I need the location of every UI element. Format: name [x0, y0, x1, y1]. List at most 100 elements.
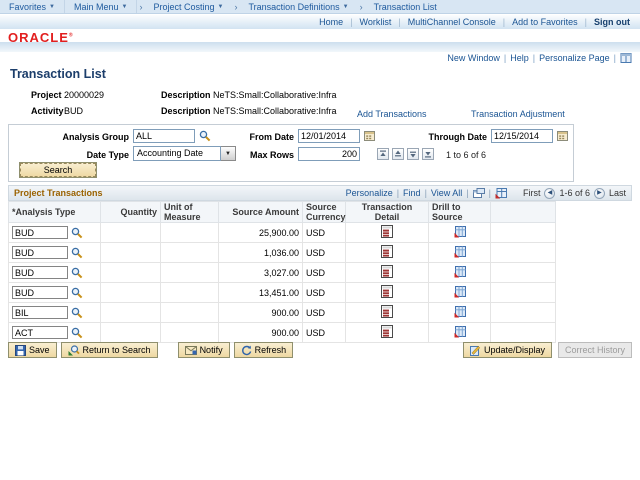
analysis-type-input[interactable] — [12, 226, 68, 239]
home-link[interactable]: Home — [319, 17, 343, 27]
empty-cell — [491, 283, 556, 303]
empty-cell — [491, 243, 556, 263]
project-description: NeTS:Small:Collaborative:Infra — [213, 90, 337, 100]
description-label: Description — [161, 106, 211, 116]
analysis-type-input[interactable] — [12, 266, 68, 279]
source-amount-cell: 900.00 — [219, 323, 303, 343]
multichannel-console-link[interactable]: MultiChannel Console — [408, 17, 496, 27]
max-rows-label: Max Rows — [209, 150, 294, 160]
uom-cell — [161, 283, 219, 303]
breadcrumb: Favorites ▼ Main Menu ▼ › Project Costin… — [0, 0, 640, 14]
chevron-down-icon: ▼ — [217, 4, 223, 10]
save-button[interactable]: Save — [8, 342, 57, 358]
main-menu[interactable]: Main Menu ▼ — [65, 0, 137, 13]
worklist-link[interactable]: Worklist — [360, 17, 392, 27]
main-menu-label: Main Menu — [74, 2, 119, 12]
drill-to-source-icon[interactable] — [454, 285, 466, 298]
quantity-cell — [101, 283, 161, 303]
divider: | — [425, 188, 427, 198]
divider: | — [504, 53, 506, 63]
transaction-detail-icon[interactable] — [381, 245, 393, 258]
analysis-group-input[interactable] — [133, 129, 195, 143]
transaction-adjustment-link[interactable]: Transaction Adjustment — [471, 109, 565, 119]
grid-row-range: 1-6 of 6 — [559, 188, 590, 198]
description-label: Description — [161, 90, 211, 100]
lookup-icon[interactable] — [71, 307, 83, 319]
analysis-type-input[interactable] — [12, 326, 68, 339]
analysis-type-input[interactable] — [12, 246, 68, 259]
from-date-input[interactable] — [298, 129, 360, 143]
new-window-link[interactable]: New Window — [447, 53, 500, 63]
search-button[interactable]: Search — [19, 162, 97, 178]
through-date-input[interactable] — [491, 129, 553, 143]
last-link[interactable]: Last — [609, 188, 626, 198]
add-to-favorites-link[interactable]: Add to Favorites — [512, 17, 578, 27]
lookup-icon[interactable] — [71, 247, 83, 259]
transaction-detail-icon[interactable] — [381, 305, 393, 318]
breadcrumb-transaction-definitions[interactable]: Transaction Definitions ▼ — [239, 0, 357, 13]
notify-button[interactable]: Notify — [178, 342, 230, 358]
lookup-icon[interactable] — [71, 227, 83, 239]
previous-row-icon[interactable]: ◀ — [544, 188, 555, 199]
find-link[interactable]: Find — [403, 188, 421, 198]
transaction-detail-icon[interactable] — [381, 225, 393, 238]
breadcrumb-project-costing[interactable]: Project Costing ▼ — [144, 0, 232, 13]
transaction-detail-icon[interactable] — [381, 285, 393, 298]
scroll-page-down-icon[interactable] — [407, 148, 419, 160]
favorites-label: Favorites — [9, 2, 46, 12]
scroll-top-icon[interactable] — [377, 148, 389, 160]
personalize-link[interactable]: Personalize — [346, 188, 393, 198]
table-row: 3,027.00 USD — [9, 263, 556, 283]
quantity-cell — [101, 323, 161, 343]
download-grid-icon[interactable] — [495, 188, 507, 199]
max-rows-input[interactable] — [298, 147, 360, 161]
scroll-bottom-icon[interactable] — [422, 148, 434, 160]
save-icon — [15, 345, 26, 356]
update-display-button[interactable]: Update/Display — [463, 342, 552, 358]
project-value: 20000029 — [64, 90, 104, 100]
bottom-toolbar: Save Return to Search Notify Refresh Upd… — [8, 342, 632, 358]
analysis-type-input[interactable] — [12, 286, 68, 299]
drill-to-source-icon[interactable] — [454, 245, 466, 258]
return-to-search-button[interactable]: Return to Search — [61, 342, 158, 358]
next-row-icon[interactable]: ▶ — [594, 188, 605, 199]
drill-to-source-icon[interactable] — [454, 325, 466, 338]
lookup-icon[interactable] — [71, 327, 83, 339]
drill-to-source-icon[interactable] — [454, 305, 466, 318]
grid-header-bar: Project Transactions Personalize | Find … — [8, 185, 632, 201]
drill-to-source-icon[interactable] — [454, 265, 466, 278]
add-transactions-link[interactable]: Add Transactions — [357, 109, 427, 119]
lookup-icon[interactable] — [71, 287, 83, 299]
help-link[interactable]: Help — [510, 53, 529, 63]
scroll-page-up-icon[interactable] — [392, 148, 404, 160]
chevron-down-icon: ▼ — [122, 4, 128, 10]
col-drill-to-source: Drill to Source — [429, 202, 491, 223]
zoom-grid-popup-icon[interactable] — [473, 188, 485, 198]
analysis-type-input[interactable] — [12, 306, 68, 319]
breadcrumb-transaction-list[interactable]: Transaction List — [365, 0, 446, 13]
first-link[interactable]: First — [523, 188, 541, 198]
from-date-calendar-icon[interactable] — [364, 130, 375, 141]
transaction-detail-icon[interactable] — [381, 265, 393, 278]
source-currency-cell: USD — [303, 323, 346, 343]
refresh-button[interactable]: Refresh — [234, 342, 294, 358]
empty-cell — [491, 223, 556, 243]
uom-cell — [161, 223, 219, 243]
favorites-menu[interactable]: Favorites ▼ — [0, 0, 65, 13]
drill-to-source-icon[interactable] — [454, 225, 466, 238]
divider: | — [503, 17, 505, 27]
lookup-icon[interactable] — [71, 267, 83, 279]
project-transactions-table: *Analysis Type Quantity Unit of Measure … — [8, 201, 556, 343]
view-all-link[interactable]: View All — [431, 188, 462, 198]
source-currency-cell: USD — [303, 263, 346, 283]
transaction-detail-icon[interactable] — [381, 325, 393, 338]
personalize-page-link[interactable]: Personalize Page — [539, 53, 610, 63]
table-row: 900.00 USD — [9, 323, 556, 343]
breadcrumb-separator: › — [234, 2, 237, 12]
empty-cell — [491, 323, 556, 343]
quantity-cell — [101, 223, 161, 243]
sign-out-link[interactable]: Sign out — [594, 17, 630, 27]
refresh-icon — [241, 345, 252, 356]
page-layout-icon[interactable] — [620, 53, 632, 63]
through-date-calendar-icon[interactable] — [557, 130, 568, 141]
